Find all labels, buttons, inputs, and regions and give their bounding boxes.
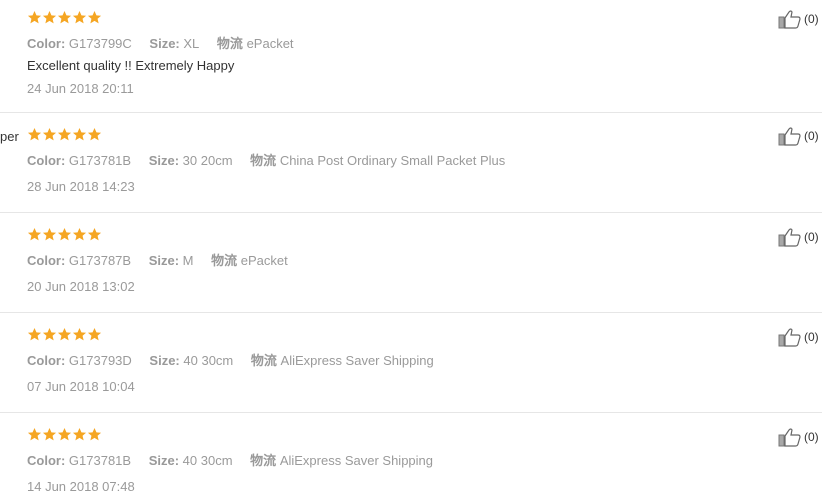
review-item: Color: G173781B Size: 40 30cm 物流 AliExpr…	[0, 413, 839, 497]
thumbs-up-icon	[778, 228, 801, 247]
size-value: 30 20cm	[182, 153, 233, 168]
shipping-label: 物流	[250, 453, 277, 468]
star-icon	[87, 10, 102, 24]
size-value: 40 30cm	[183, 353, 234, 368]
helpful-count: (0)	[804, 12, 819, 26]
size-label: Size:	[148, 253, 180, 268]
star-icon	[42, 227, 57, 241]
review-date: 28 Jun 2018 14:23	[27, 179, 135, 194]
helpful-button[interactable]: (0)	[778, 427, 819, 447]
shipping-label: 物流	[250, 153, 277, 168]
review-meta: Color: G173793D Size: 40 30cm 物流 AliExpr…	[27, 350, 448, 369]
star-rating	[27, 10, 102, 25]
star-icon	[72, 327, 87, 341]
helpful-count: (0)	[804, 330, 819, 344]
reviewer-name: per	[0, 129, 19, 144]
helpful-button[interactable]: (0)	[778, 126, 819, 146]
star-rating	[27, 227, 102, 242]
size-label: Size:	[148, 453, 180, 468]
shipping-value: AliExpress Saver Shipping	[280, 353, 434, 368]
color-label: Color:	[27, 353, 66, 368]
color-label: Color:	[27, 453, 66, 468]
color-value: G173793D	[68, 353, 132, 368]
thumbs-up-icon	[778, 328, 801, 347]
shipping-label: 物流	[211, 253, 238, 268]
star-icon	[72, 227, 87, 241]
review-meta: Color: G173781B Size: 40 30cm 物流 AliExpr…	[27, 450, 447, 469]
review-date: 24 Jun 2018 20:11	[27, 81, 134, 96]
review-item: Color: G173793D Size: 40 30cm 物流 AliExpr…	[0, 313, 839, 412]
review-item: Color: G173799C Size: XL 物流 ePacket Exce…	[0, 0, 839, 112]
size-value: M	[182, 253, 194, 268]
helpful-count: (0)	[804, 430, 819, 444]
size-label: Size:	[148, 153, 180, 168]
color-label: Color:	[27, 253, 66, 268]
thumbs-up-icon	[778, 127, 801, 146]
star-icon	[27, 327, 42, 341]
size-label: Size:	[149, 353, 180, 368]
shipping-label: 物流	[250, 353, 277, 368]
star-icon	[27, 427, 42, 441]
color-label: Color:	[27, 153, 66, 168]
color-value: G173781B	[68, 453, 132, 468]
review-date: 07 Jun 2018 10:04	[27, 379, 135, 394]
helpful-button[interactable]: (0)	[778, 327, 819, 347]
star-rating	[27, 127, 102, 142]
star-icon	[57, 10, 72, 24]
color-value: G173799C	[68, 36, 132, 51]
review-item: Color: G173787B Size: M 物流 ePacket 20 Ju…	[0, 213, 839, 312]
star-icon	[72, 127, 87, 141]
shipping-value: China Post Ordinary Small Packet Plus	[279, 153, 506, 168]
review-date: 14 Jun 2018 07:48	[27, 479, 135, 494]
shipping-value: AliExpress Saver Shipping	[279, 453, 434, 468]
star-icon	[42, 327, 57, 341]
star-icon	[57, 327, 72, 341]
star-icon	[57, 227, 72, 241]
star-icon	[57, 127, 72, 141]
helpful-button[interactable]: (0)	[778, 227, 819, 247]
color-value: G173781B	[68, 153, 132, 168]
thumbs-up-icon	[778, 428, 801, 447]
star-icon	[72, 10, 87, 24]
thumbs-up-icon	[778, 10, 801, 29]
review-meta: Color: G173799C Size: XL 物流 ePacket	[27, 33, 308, 52]
star-icon	[87, 427, 102, 441]
review-item: per Color: G173781B Size: 30 20cm 物流 Chi…	[0, 113, 839, 212]
review-date: 20 Jun 2018 13:02	[27, 279, 135, 294]
shipping-value: ePacket	[246, 36, 294, 51]
color-value: G173787B	[68, 253, 132, 268]
helpful-count: (0)	[804, 230, 819, 244]
star-icon	[57, 427, 72, 441]
size-value: 40 30cm	[182, 453, 233, 468]
star-icon	[42, 427, 57, 441]
star-rating	[27, 427, 102, 442]
review-meta: Color: G173787B Size: M 物流 ePacket	[27, 250, 302, 269]
star-rating	[27, 327, 102, 342]
size-value: XL	[183, 36, 200, 51]
star-icon	[87, 227, 102, 241]
star-icon	[87, 127, 102, 141]
size-label: Size:	[149, 36, 180, 51]
review-meta: Color: G173781B Size: 30 20cm 物流 China P…	[27, 150, 519, 169]
color-label: Color:	[27, 36, 66, 51]
shipping-label: 物流	[216, 36, 243, 51]
star-icon	[27, 10, 42, 24]
star-icon	[42, 127, 57, 141]
star-icon	[42, 10, 57, 24]
star-icon	[87, 327, 102, 341]
helpful-button[interactable]: (0)	[778, 9, 819, 29]
review-text: Excellent quality !! Extremely Happy	[27, 58, 235, 73]
shipping-value: ePacket	[240, 253, 288, 268]
star-icon	[72, 427, 87, 441]
star-icon	[27, 127, 42, 141]
star-icon	[27, 227, 42, 241]
helpful-count: (0)	[804, 129, 819, 143]
